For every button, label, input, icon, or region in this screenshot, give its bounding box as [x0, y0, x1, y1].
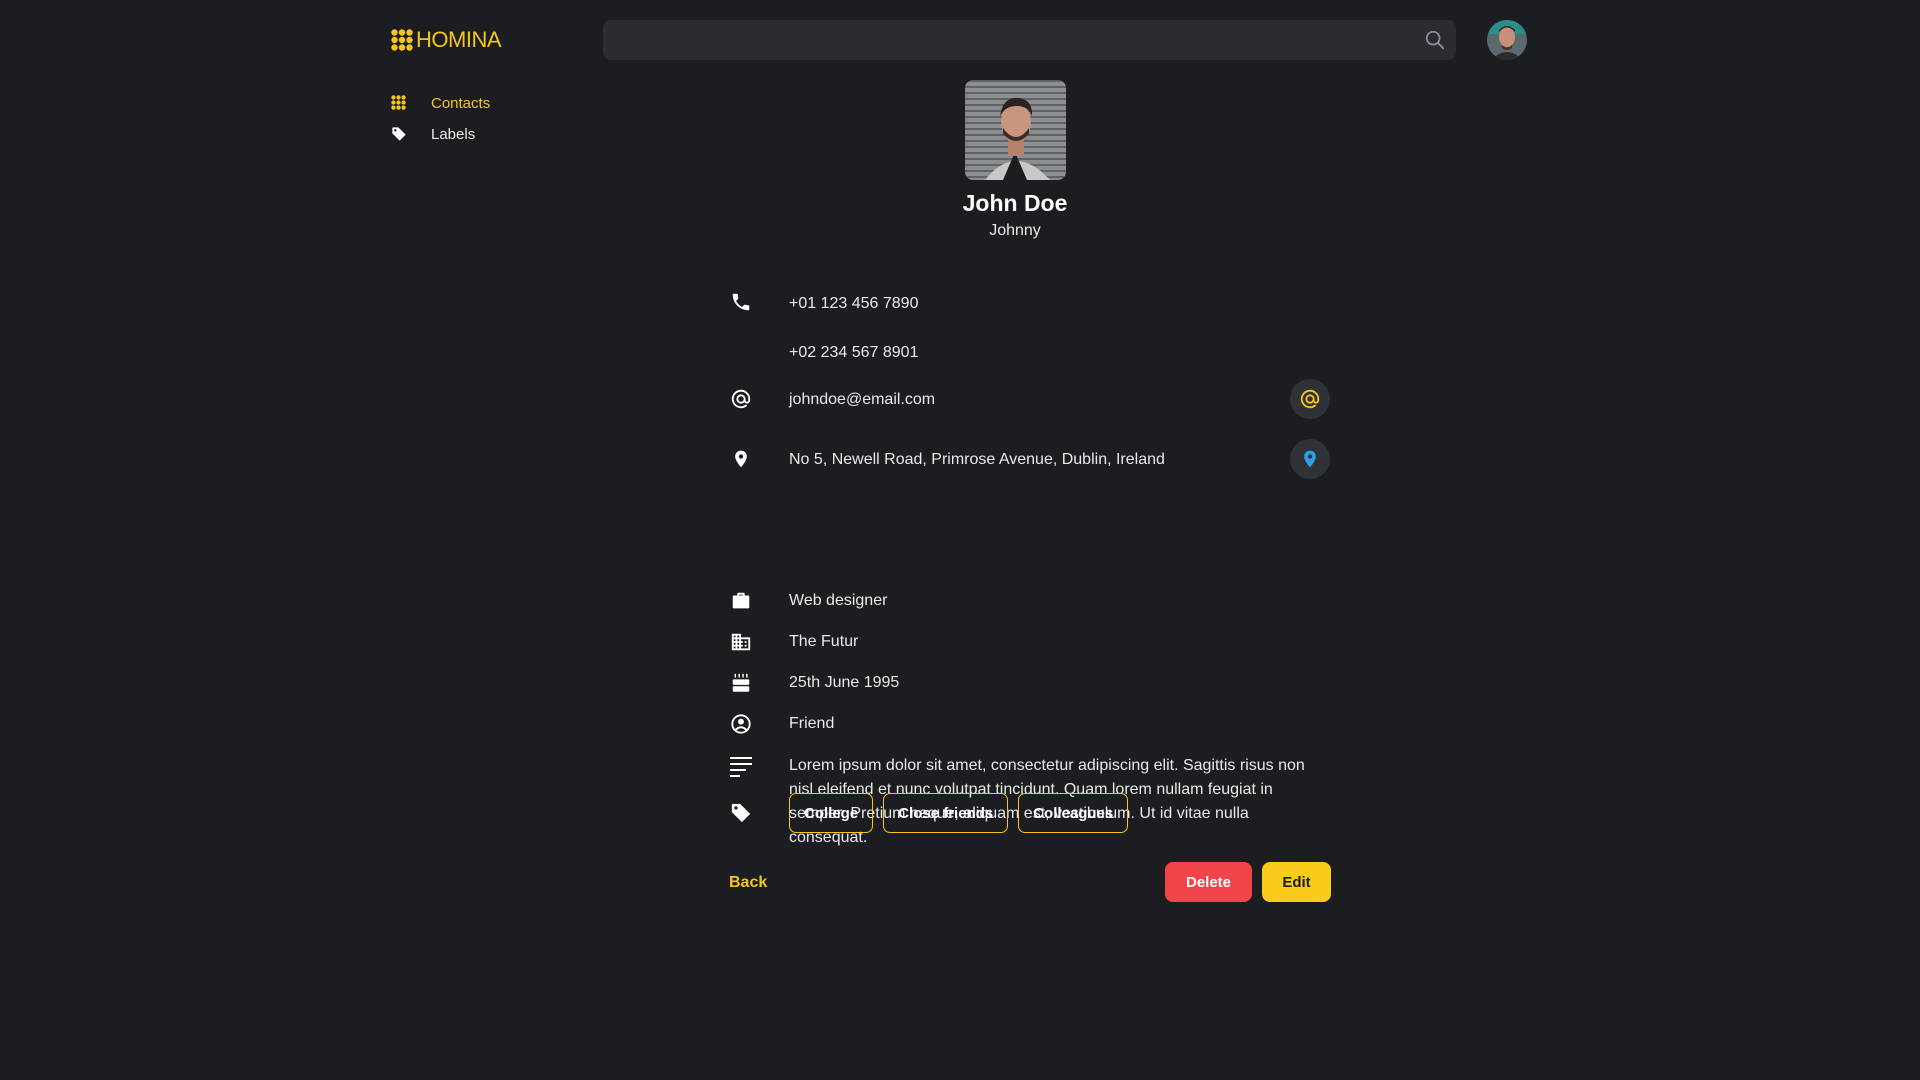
job-title: Web designer — [789, 592, 888, 609]
notes-row: Lorem ipsum dolor sit amet, consectetur … — [728, 754, 1330, 846]
notes-lines-icon — [729, 754, 753, 778]
delete-button[interactable]: Delete — [1165, 862, 1252, 902]
phone-number[interactable]: +02 234 567 8901 — [789, 341, 918, 365]
sidebar-item-contacts[interactable]: Contacts — [391, 88, 611, 119]
map-pin-icon — [729, 447, 753, 471]
labels-row: College Close friends Colleagues — [728, 793, 1330, 833]
relationship-row: Friend — [728, 712, 1330, 736]
address-row: No 5, Newell Road, Primrose Avenue, Dubl… — [728, 439, 1330, 479]
back-link[interactable]: Back — [729, 874, 767, 892]
at-icon — [1300, 389, 1320, 409]
person-circle-icon — [729, 712, 753, 736]
birthday-date: 25th June 1995 — [789, 674, 900, 691]
contact-nickname: Johnny — [989, 222, 1041, 239]
sidebar-item-labels[interactable]: Labels — [391, 119, 611, 150]
label-chip-college[interactable]: College — [789, 793, 874, 833]
building-icon — [729, 630, 753, 654]
search-icon[interactable] — [1424, 29, 1446, 51]
phone-icon — [729, 290, 753, 314]
grid-dots-icon — [391, 94, 409, 113]
label-chips: College Close friends Colleagues — [789, 793, 1129, 833]
label-chip-close-friends[interactable]: Close friends — [883, 793, 1009, 833]
avatar-image — [1487, 20, 1527, 60]
app-logo[interactable]: HOMINA — [391, 27, 502, 53]
open-map-button[interactable] — [1290, 439, 1330, 479]
tag-icon — [391, 126, 409, 144]
email-address[interactable]: johndoe@email.com — [789, 388, 935, 412]
email-row: johndoe@email.com — [728, 379, 1330, 419]
contact-photo — [965, 80, 1066, 180]
sidebar: Contacts Labels — [391, 88, 611, 150]
phone-number[interactable]: +01 123 456 7890 — [789, 292, 918, 316]
relationship-text: Friend — [789, 715, 835, 732]
briefcase-icon — [729, 589, 753, 613]
sidebar-item-label: Contacts — [431, 95, 491, 112]
search-bar[interactable] — [603, 20, 1456, 60]
company-row: The Futur — [728, 630, 1330, 654]
label-chip-colleagues[interactable]: Colleagues — [1018, 793, 1129, 833]
job-row: Web designer — [728, 589, 1330, 613]
birthday-row: 25th June 1995 — [728, 671, 1330, 695]
app-logo-text: HOMINA — [416, 27, 502, 52]
at-icon — [729, 387, 753, 411]
grid-dots-icon — [391, 29, 413, 51]
tag-icon — [729, 801, 753, 825]
send-email-button[interactable] — [1290, 379, 1330, 419]
company-name: The Futur — [789, 633, 859, 650]
phone-row-primary: +01 123 456 7890 — [728, 290, 1330, 314]
address-text[interactable]: No 5, Newell Road, Primrose Avenue, Dubl… — [789, 448, 1165, 472]
map-pin-icon — [1304, 450, 1316, 468]
sidebar-item-label: Labels — [431, 126, 476, 143]
top-bar: HOMINA — [0, 0, 1920, 80]
edit-button[interactable]: Edit — [1262, 862, 1331, 902]
user-avatar[interactable] — [1487, 20, 1527, 60]
contact-name: John Doe — [962, 190, 1068, 216]
cake-icon — [729, 671, 753, 695]
